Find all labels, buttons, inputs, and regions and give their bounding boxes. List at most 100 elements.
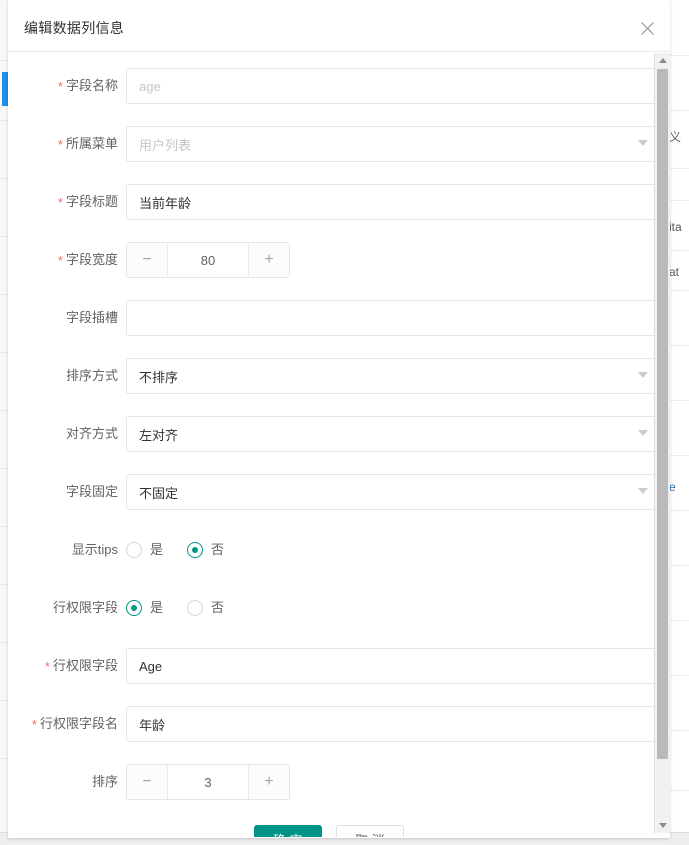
radio-mark-icon xyxy=(187,542,204,558)
confirm-button[interactable]: 确 定 xyxy=(254,825,322,837)
field-field_width: −80 + xyxy=(126,242,659,278)
form-row-align_mode: 对齐方式 xyxy=(8,410,670,468)
edit-column-dialog: 编辑数据列信息 *字段名称*所属菜单*字段标题*字段宽度−80+字段插槽排序方式… xyxy=(8,0,670,838)
radio-show_tips-0[interactable]: 是 xyxy=(126,542,163,558)
label-order: 排序 xyxy=(8,772,118,792)
stepper-decrement-button[interactable]: − xyxy=(127,243,168,277)
label-text: 对齐方式 xyxy=(65,426,118,441)
required-marker: * xyxy=(57,195,63,210)
field-menu xyxy=(126,126,659,162)
select-sort_mode[interactable] xyxy=(126,358,659,394)
field-show_tips: 是否 xyxy=(126,532,659,568)
stepper-order: −3 + xyxy=(126,764,290,800)
select-value-menu[interactable] xyxy=(126,126,659,162)
radio-group-show_tips: 是否 xyxy=(126,532,659,568)
label-field_width: * 字段宽度 xyxy=(8,250,118,271)
input-field_name[interactable] xyxy=(126,68,659,104)
field-order: −3 + xyxy=(126,764,659,800)
label-field_slot: 字段插槽 xyxy=(8,308,118,328)
background-text-fragment: e xyxy=(669,480,676,494)
label-text: 排序方式 xyxy=(65,368,118,383)
radio-mark-icon xyxy=(187,600,204,616)
radio-show_tips-1[interactable]: 否 xyxy=(187,542,224,558)
select-value-field_fixed[interactable] xyxy=(126,474,659,510)
stepper-field_width: −80 + xyxy=(126,242,290,278)
form-row-field_fixed: 字段固定 xyxy=(8,468,670,526)
background-divider xyxy=(667,730,689,731)
label-row_permission_field: * 行权限字段 xyxy=(8,656,118,677)
scroll-up-arrow-icon[interactable] xyxy=(655,53,670,68)
label-text: 显示tips xyxy=(71,542,118,557)
label-sort_mode: 排序方式 xyxy=(8,366,118,386)
dialog-title: 编辑数据列信息 xyxy=(24,20,125,36)
form-row-field_width: * 字段宽度 −80 + xyxy=(8,236,670,294)
form-row-row_permission_field: * 行权限字段 xyxy=(8,642,670,700)
radio-row_permission_enable-1[interactable]: 否 xyxy=(187,600,224,616)
radio-row_permission_enable-0[interactable]: 是 xyxy=(126,600,163,616)
background-divider xyxy=(667,400,689,401)
dialog-scrollbar[interactable] xyxy=(654,53,670,833)
stepper-increment-button[interactable]: + xyxy=(248,765,289,799)
stepper-value-field_width[interactable]: 80 xyxy=(168,243,248,277)
background-divider xyxy=(667,250,689,251)
label-field_title: * 字段标题 xyxy=(8,192,118,213)
background-divider xyxy=(667,675,689,676)
form-row-show_tips: 显示tips 是否 xyxy=(8,526,670,584)
background-divider xyxy=(667,55,689,56)
select-field_fixed[interactable] xyxy=(126,474,659,510)
required-marker: * xyxy=(57,137,63,152)
label-field_fixed: 字段固定 xyxy=(8,482,118,502)
form-row-field_title: * 字段标题 xyxy=(8,178,670,236)
label-text: 行权限字段名 xyxy=(39,716,118,731)
required-marker: * xyxy=(31,717,37,732)
form-row-field_name: * 字段名称 xyxy=(8,62,670,120)
label-field_name: * 字段名称 xyxy=(8,76,118,97)
label-text: 排序 xyxy=(91,774,118,789)
label-align_mode: 对齐方式 xyxy=(8,424,118,444)
background-divider xyxy=(667,455,689,456)
background-divider xyxy=(667,565,689,566)
form-row-row_permission_enable: 行权限字段是否 xyxy=(8,584,670,642)
input-field_title[interactable] xyxy=(126,184,659,220)
dialog-header: 编辑数据列信息 xyxy=(8,0,670,52)
input-row_permission_field[interactable] xyxy=(126,648,659,684)
required-marker: * xyxy=(44,659,50,674)
background-divider xyxy=(667,345,689,346)
label-text: 所属菜单 xyxy=(65,136,118,151)
select-value-align_mode[interactable] xyxy=(126,416,659,452)
field-row_permission_field xyxy=(126,648,659,684)
radio-mark-icon xyxy=(126,600,142,616)
stepper-value-order[interactable]: 3 xyxy=(168,765,248,799)
stepper-decrement-button[interactable]: − xyxy=(127,765,168,799)
stepper-increment-button[interactable]: + xyxy=(248,243,289,277)
input-row_permission_field_name[interactable] xyxy=(126,706,659,742)
input-field_slot[interactable] xyxy=(126,300,659,336)
scroll-down-arrow-icon[interactable] xyxy=(655,818,670,833)
label-text: 字段标题 xyxy=(65,194,118,209)
column-form: *字段名称*所属菜单*字段标题*字段宽度−80+字段插槽排序方式对齐方式字段固定… xyxy=(8,52,670,816)
field-sort_mode xyxy=(126,358,659,394)
label-text: 字段宽度 xyxy=(65,252,118,267)
background-divider xyxy=(667,200,689,201)
field-row_permission_field_name xyxy=(126,706,659,742)
label-text: 字段插槽 xyxy=(65,310,118,325)
select-align_mode[interactable] xyxy=(126,416,659,452)
background-text-fragment: ita xyxy=(669,220,682,234)
background-divider xyxy=(667,790,689,791)
form-row-menu: * 所属菜单 xyxy=(8,120,670,178)
radio-label: 是 xyxy=(150,542,164,557)
field-field_name xyxy=(126,68,659,104)
scrollbar-thumb[interactable] xyxy=(657,69,668,759)
dialog-footer: 确 定 取 消 xyxy=(8,816,670,837)
background-text-fragment: at xyxy=(669,265,680,279)
select-value-sort_mode[interactable] xyxy=(126,358,659,394)
cancel-button[interactable]: 取 消 xyxy=(336,825,404,837)
close-icon[interactable] xyxy=(633,14,661,42)
radio-label: 否 xyxy=(211,542,225,557)
page-root: 义itaate * 点 编辑数据列信息 *字段名称*所属菜单*字段标题*字段宽度… xyxy=(0,0,689,845)
field-field_fixed xyxy=(126,474,659,510)
background-divider xyxy=(667,620,689,621)
form-row-row_permission_field_name: * 行权限字段名 xyxy=(8,700,670,758)
select-menu[interactable] xyxy=(126,126,659,162)
radio-label: 是 xyxy=(150,600,164,615)
